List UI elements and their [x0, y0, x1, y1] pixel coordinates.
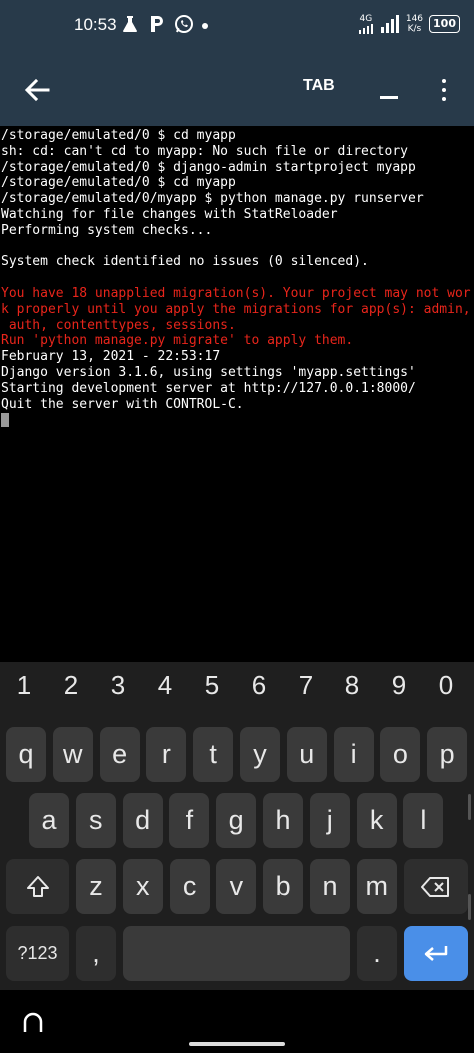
key-t[interactable]: t — [193, 727, 234, 782]
key-9[interactable]: 9 — [384, 670, 414, 701]
more-options-icon[interactable] — [434, 77, 454, 105]
key-3[interactable]: 3 — [103, 670, 133, 701]
flask-icon — [120, 14, 140, 38]
key-g[interactable]: g — [216, 793, 257, 848]
key-u[interactable]: u — [286, 727, 327, 782]
terminal-line: /storage/emulated/0 $ cd myapp — [1, 128, 236, 143]
keyboard-edge-indicator — [468, 894, 471, 920]
period-key[interactable]: . — [357, 926, 397, 981]
signal-strength-icon — [380, 15, 399, 33]
status-bar: 10:53 4G 146 K/s 100 — [0, 0, 474, 55]
network-type: 4G — [358, 14, 374, 34]
terminal-error-line: You have 18 unapplied migration(s). Your… — [1, 285, 471, 301]
notification-icons — [120, 14, 208, 38]
terminal-line: /storage/emulated/0 $ django-admin start… — [1, 159, 416, 175]
terminal-line: Watching for file changes with StatReloa… — [1, 206, 338, 222]
key-6[interactable]: 6 — [244, 670, 274, 701]
status-time: 10:53 — [74, 15, 117, 34]
system-indicators: 4G 146 K/s 100 — [358, 14, 460, 34]
enter-icon — [424, 945, 448, 961]
key-d[interactable]: d — [122, 793, 163, 848]
key-r[interactable]: r — [146, 727, 187, 782]
key-i[interactable]: i — [333, 727, 374, 782]
key-e[interactable]: e — [99, 727, 140, 782]
key-h[interactable]: h — [263, 793, 303, 848]
terminal-line: /storage/emulated/0/myapp $ python manag… — [1, 191, 424, 207]
key-q[interactable]: q — [6, 727, 46, 782]
symbols-key[interactable]: ?123 — [6, 926, 69, 981]
terminal-line: February 13, 2021 - 22:53:17 — [1, 349, 221, 365]
key-y[interactable]: y — [240, 727, 280, 782]
key-2[interactable]: 2 — [56, 670, 86, 701]
key-v[interactable]: v — [216, 859, 257, 914]
terminal-error-line: Run 'python manage.py migrate' to apply … — [1, 333, 354, 349]
back-arrow-icon[interactable] — [22, 75, 52, 105]
key-c[interactable]: c — [169, 859, 210, 914]
key-n[interactable]: n — [310, 859, 350, 914]
p-app-icon — [148, 14, 166, 38]
comma-key[interactable]: , — [76, 926, 116, 981]
network-speed-value: 146 — [405, 14, 424, 24]
network-speed: 146 K/s — [406, 14, 423, 34]
key-5[interactable]: 5 — [197, 670, 227, 701]
key-a[interactable]: a — [29, 793, 69, 848]
terminal-output[interactable]: /storage/emulated/0 $ cd myapp sh: cd: ca… — [0, 126, 474, 662]
key-1[interactable]: 1 — [9, 670, 39, 701]
key-m[interactable]: m — [356, 859, 397, 914]
key-x[interactable]: x — [122, 859, 163, 914]
space-key[interactable] — [123, 926, 350, 981]
terminal-line: Django version 3.1.6, using settings 'my… — [1, 364, 416, 380]
app-bar: TAB — [0, 55, 474, 126]
terminal-line: Performing system checks... — [1, 222, 213, 238]
terminal-line: Starting development server at http://12… — [1, 380, 416, 396]
on-screen-keyboard: 1 2 3 4 5 6 7 8 9 0 q w e r t y u i o p a s d f g h j k l z x c v b n m ?123… — [0, 662, 474, 990]
key-s[interactable]: s — [75, 793, 116, 848]
terminal-line: Quit the server with CONTROL-C. — [1, 396, 244, 412]
backspace-key[interactable] — [404, 859, 468, 914]
tab-button[interactable]: TAB — [303, 77, 335, 95]
terminal-line: System check identified no issues (0 sil… — [1, 254, 369, 270]
key-j[interactable]: j — [309, 793, 350, 848]
network-type-label: 4G — [359, 14, 373, 24]
underscore-button[interactable] — [378, 73, 400, 103]
shift-icon — [26, 875, 49, 897]
key-z[interactable]: z — [76, 859, 116, 914]
backspace-icon — [421, 876, 449, 897]
gesture-bar[interactable] — [189, 1042, 285, 1046]
terminal-error-line: k properly until you apply the migration… — [1, 301, 471, 317]
terminal-line: sh: cd: can't cd to myapp: No such file … — [1, 143, 408, 159]
key-l[interactable]: l — [403, 793, 444, 848]
terminal-line: /storage/emulated/0 $ cd myapp — [1, 175, 236, 191]
keyboard-hide-icon[interactable] — [22, 1012, 44, 1034]
enter-key[interactable] — [404, 926, 468, 981]
key-0[interactable]: 0 — [431, 670, 461, 701]
terminal-error-line: auth, contenttypes, sessions. — [1, 317, 236, 333]
key-o[interactable]: o — [380, 727, 421, 782]
shift-key[interactable] — [6, 859, 69, 914]
key-p[interactable]: p — [427, 727, 468, 782]
battery-indicator: 100 — [429, 15, 460, 33]
network-speed-unit: K/s — [407, 24, 422, 34]
key-b[interactable]: b — [263, 859, 304, 914]
key-k[interactable]: k — [356, 793, 397, 848]
whatsapp-icon — [174, 14, 194, 38]
key-4[interactable]: 4 — [150, 670, 180, 701]
key-8[interactable]: 8 — [337, 670, 367, 701]
navigation-area — [0, 990, 474, 1053]
signal-icon — [358, 24, 373, 34]
key-w[interactable]: w — [52, 727, 93, 782]
key-f[interactable]: f — [169, 793, 210, 848]
terminal-cursor — [1, 413, 9, 428]
dot-icon — [202, 23, 208, 29]
key-7[interactable]: 7 — [291, 670, 321, 701]
keyboard-edge-indicator — [468, 794, 471, 820]
